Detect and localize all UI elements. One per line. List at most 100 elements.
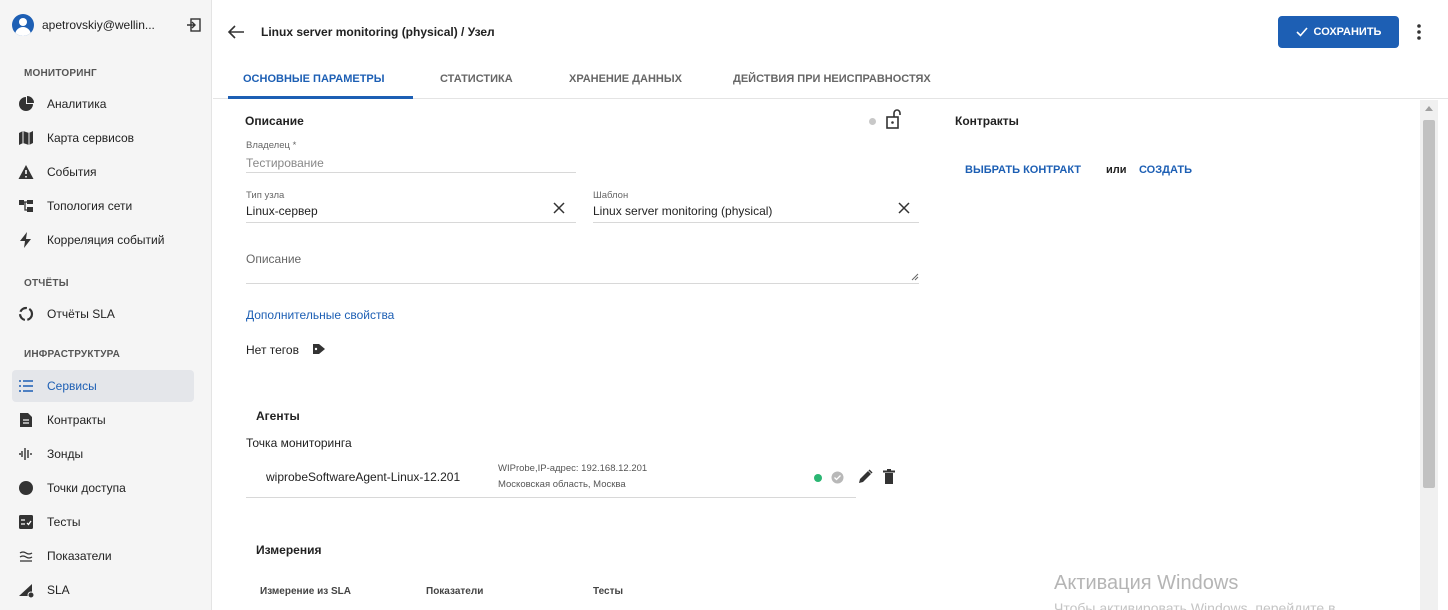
sidebar-item-label: Корреляция событий: [47, 233, 165, 247]
owner-field[interactable]: Тестирование: [246, 156, 324, 170]
list-icon: [19, 380, 33, 392]
online-status-dot: [814, 474, 822, 482]
monitor-point-label: Точка мониторинга: [246, 436, 352, 450]
avatar-icon: [12, 14, 34, 36]
warning-icon: [18, 165, 34, 179]
description-underline: [246, 283, 919, 284]
sidebar-item-contracts[interactable]: Контракты: [12, 404, 194, 436]
sidebar-item-metrics[interactable]: Показатели: [12, 540, 194, 572]
section-title-monitoring: МОНИТОРИНГ: [24, 68, 97, 79]
active-tab-indicator: [228, 96, 413, 99]
section-title-infrastructure: ИНФРАСТРУКТУРА: [24, 349, 121, 360]
save-button-label: СОХРАНИТЬ: [1313, 26, 1382, 38]
edit-icon[interactable]: [858, 469, 873, 484]
node-type-field[interactable]: Linux-сервер: [246, 204, 318, 218]
sidebar-item-events[interactable]: События: [12, 156, 194, 188]
extra-properties-link[interactable]: Дополнительные свойства: [246, 308, 394, 322]
owner-label: Владелец *: [246, 140, 297, 151]
sidebar-item-correlation[interactable]: Корреляция событий: [12, 224, 194, 256]
agents-title: Агенты: [256, 409, 300, 423]
check-icon: [1295, 27, 1308, 37]
node-type-underline: [246, 222, 576, 223]
column-header: Тесты: [593, 586, 624, 597]
sla-icon: [19, 584, 34, 598]
sidebar-item-service-map[interactable]: Карта сервисов: [12, 122, 194, 154]
sidebar-item-services[interactable]: Сервисы: [12, 370, 194, 402]
sidebar: apetrovskiy@wellin... МОНИТОРИНГ Аналити…: [0, 0, 212, 610]
circle-icon: [19, 481, 33, 495]
user-name: apetrovskiy@wellin...: [42, 18, 155, 32]
sidebar-item-sla[interactable]: SLA: [12, 574, 194, 606]
scroll-thumb[interactable]: [1423, 120, 1435, 488]
tab-statistics[interactable]: СТАТИСТИКА: [440, 73, 513, 85]
map-icon: [19, 131, 33, 145]
agent-row[interactable]: wiprobeSoftwareAgent-Linux-12.201 WIProb…: [246, 458, 895, 498]
column-header: Показатели: [426, 586, 484, 597]
no-tags-label: Нет тегов: [246, 343, 299, 357]
choose-contract-button[interactable]: ВЫБРАТЬ КОНТРАКТ: [965, 164, 1081, 176]
approx-icon: [19, 551, 33, 562]
sidebar-item-label: События: [47, 165, 97, 179]
save-button[interactable]: СОХРАНИТЬ: [1278, 16, 1399, 48]
scroll-up-icon[interactable]: [1425, 106, 1433, 111]
sidebar-item-label: Отчёты SLA: [47, 307, 115, 321]
resize-handle-icon[interactable]: [911, 273, 919, 281]
sidebar-item-sla-reports[interactable]: Отчёты SLA: [12, 298, 194, 330]
signal-icon: [19, 448, 32, 460]
sidebar-item-probes[interactable]: Зонды: [12, 438, 194, 470]
tab-fault-actions[interactable]: ДЕЙСТВИЯ ПРИ НЕИСПРАВНОСТЯХ: [733, 73, 931, 85]
agent-location: Московская область, Москва: [498, 479, 626, 490]
sidebar-item-tests[interactable]: Тесты: [12, 506, 194, 538]
more-vert-icon[interactable]: [1413, 22, 1425, 42]
agent-name: wiprobeSoftwareAgent-Linux-12.201: [266, 470, 461, 484]
close-icon[interactable]: [898, 202, 910, 214]
main-content: Описание Владелец * Тестирование Тип узл…: [213, 100, 1418, 610]
or-label: или: [1106, 164, 1127, 176]
template-underline: [593, 222, 919, 223]
circle-progress-icon: [18, 306, 34, 322]
sidebar-item-label: Карта сервисов: [47, 131, 135, 145]
sidebar-item-access-points[interactable]: Точки доступа: [12, 472, 194, 504]
sidebar-item-label: Показатели: [47, 549, 112, 563]
template-label: Шаблон: [593, 190, 629, 201]
tab-main-params[interactable]: ОСНОВНЫЕ ПАРАМЕТРЫ: [243, 73, 385, 85]
sidebar-item-label: Точки доступа: [47, 481, 126, 495]
tab-data-storage[interactable]: ХРАНЕНИЕ ДАННЫХ: [569, 73, 682, 85]
arrow-back-icon[interactable]: [227, 24, 245, 40]
sidebar-item-label: Зонды: [47, 447, 84, 461]
sidebar-item-label: SLA: [47, 583, 70, 597]
windows-activation-subtext: Чтобы активировать Windows, перейдите в: [1054, 600, 1336, 610]
delete-icon[interactable]: [883, 469, 895, 484]
description-field[interactable]: Описание: [246, 252, 301, 266]
checklist-icon: [19, 515, 33, 529]
sidebar-item-label: Аналитика: [47, 97, 107, 111]
agent-info: WIProbe,IP-адрес: 192.168.12.201: [498, 463, 648, 474]
check-circle-icon: [831, 471, 844, 484]
sidebar-item-label: Тесты: [47, 515, 81, 529]
column-header: Измерение из SLA: [260, 586, 351, 597]
template-field[interactable]: Linux server monitoring (physical): [593, 204, 772, 218]
windows-activation-watermark: Активация Windows: [1054, 572, 1239, 594]
sidebar-item-topology[interactable]: Топология сети: [12, 190, 194, 222]
page-title: Linux server monitoring (physical) / Узе…: [261, 25, 495, 39]
contracts-title: Контракты: [955, 114, 1019, 128]
close-icon[interactable]: [553, 202, 565, 214]
measurements-title: Измерения: [256, 543, 322, 557]
description-title: Описание: [245, 114, 304, 128]
unlock-icon[interactable]: [886, 109, 902, 129]
tab-bar: ОСНОВНЫЕ ПАРАМЕТРЫ СТАТИСТИКА ХРАНЕНИЕ Д…: [213, 62, 1448, 99]
pie-chart-icon: [19, 96, 34, 111]
logout-icon[interactable]: [186, 17, 202, 33]
owner-underline: [246, 172, 576, 173]
user-menu[interactable]: apetrovskiy@wellin...: [0, 6, 212, 44]
tag-icon[interactable]: [312, 343, 326, 355]
sidebar-item-label: Топология сети: [47, 199, 133, 213]
vertical-scrollbar[interactable]: [1420, 100, 1438, 610]
status-dot: [869, 118, 876, 125]
node-type-label: Тип узла: [246, 190, 285, 201]
create-contract-button[interactable]: СОЗДАТЬ: [1139, 164, 1192, 176]
sidebar-item-analytics[interactable]: Аналитика: [12, 88, 194, 120]
header: Linux server monitoring (physical) / Узе…: [213, 0, 1448, 62]
section-title-reports: ОТЧЁТЫ: [24, 278, 69, 289]
sidebar-item-label: Сервисы: [47, 379, 97, 393]
